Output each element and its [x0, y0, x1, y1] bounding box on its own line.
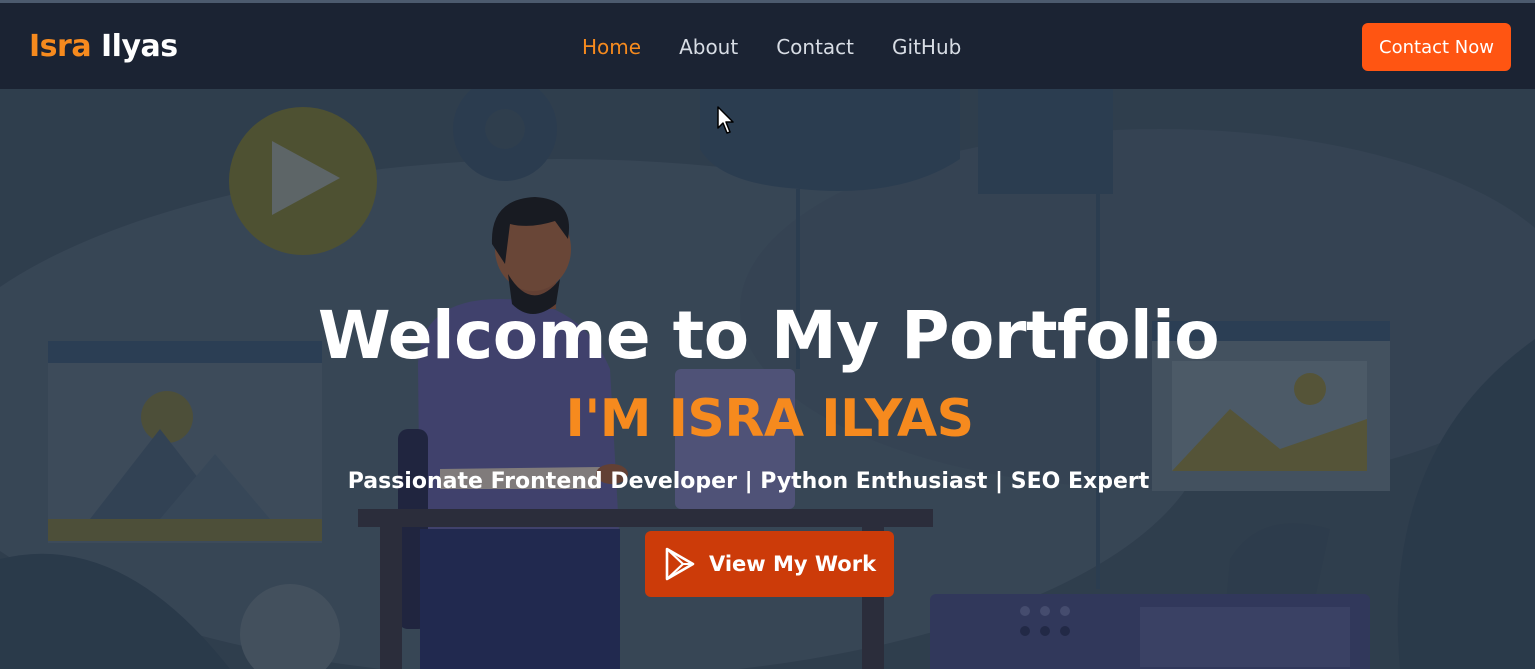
mouse-cursor-icon: [717, 106, 734, 134]
navbar: Isra Ilyas Home About Contact GitHub Con…: [0, 3, 1535, 89]
nav-link-home[interactable]: Home: [582, 35, 641, 59]
hero-name: I'M ISRA ILYAS: [565, 389, 974, 449]
hero-section: Welcome to My Portfolio I'M ISRA ILYAS P…: [0, 89, 1535, 669]
play-store-icon: [665, 547, 695, 581]
view-my-work-button[interactable]: View My Work: [645, 531, 894, 597]
nav-link-contact[interactable]: Contact: [776, 35, 854, 59]
hero-subtitle: Passionate Frontend Developer | Python E…: [347, 469, 1150, 494]
logo-last-name: Ilyas: [101, 29, 178, 64]
logo-first-name: Isra: [29, 29, 92, 64]
hero-title: Welcome to My Portfolio: [317, 297, 1220, 374]
view-my-work-label: View My Work: [708, 552, 877, 576]
nav-menu: Home About Contact GitHub: [582, 35, 999, 59]
nav-link-about[interactable]: About: [679, 35, 738, 59]
nav-link-github[interactable]: GitHub: [892, 35, 961, 59]
site-logo[interactable]: Isra Ilyas: [29, 29, 178, 64]
contact-now-button[interactable]: Contact Now: [1362, 23, 1511, 71]
